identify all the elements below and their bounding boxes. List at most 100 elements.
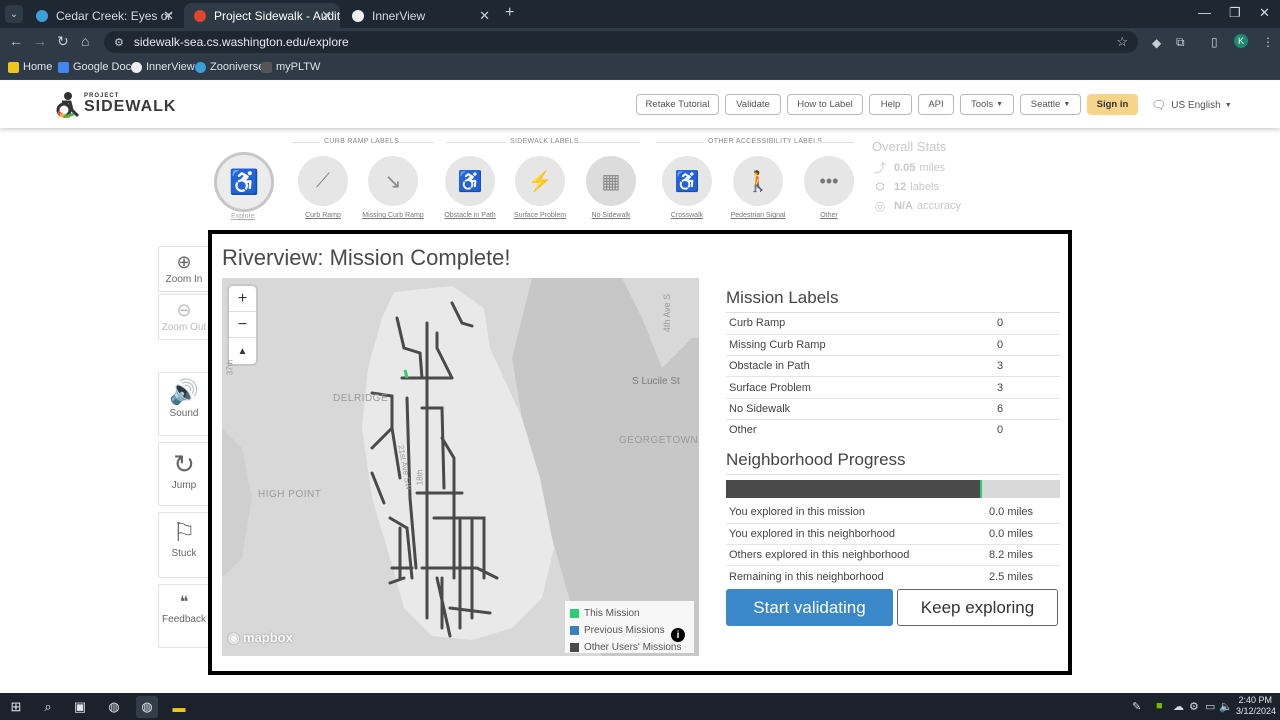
- chrome-icon[interactable]: ◍: [106, 699, 122, 715]
- close-tab-icon[interactable]: ✕: [479, 8, 490, 24]
- crosswalk-tool[interactable]: ♿ Crosswalk: [662, 156, 712, 219]
- missing-curb-ramp-tool[interactable]: ↘ Missing Curb Ramp: [362, 156, 424, 219]
- button-label: Sign in: [1096, 99, 1129, 110]
- bookmark-home[interactable]: Home: [8, 61, 52, 73]
- bookmarks-bar: Home Google Docs InnerView Zooniverse my…: [0, 56, 1280, 80]
- taskbar-clock[interactable]: 2:40 PM 3/12/2024: [1236, 695, 1276, 717]
- profile-avatar[interactable]: K: [1234, 34, 1248, 48]
- address-bar[interactable]: ⚙ sidewalk-sea.cs.washington.edu/explore…: [104, 31, 1138, 53]
- pen-icon[interactable]: ✎: [1132, 700, 1141, 713]
- api-button[interactable]: API: [918, 94, 954, 115]
- validate-button[interactable]: Validate: [725, 94, 781, 115]
- start-validating-button[interactable]: Start validating: [726, 589, 893, 626]
- task-view-icon[interactable]: ▣: [72, 699, 88, 715]
- nvidia-icon[interactable]: ■: [1156, 700, 1163, 712]
- curb-ramp-tool[interactable]: ⟋ Curb Ramp: [298, 156, 348, 219]
- extension-icon[interactable]: ◆: [1152, 36, 1161, 50]
- caret-down-icon: ▼: [1224, 101, 1232, 109]
- progress-label: Remaining in this neighborhood: [729, 570, 884, 583]
- table-row: Others explored in this neighborhood 8.2 …: [726, 544, 1060, 567]
- tools-dropdown[interactable]: Tools ▼: [960, 94, 1014, 115]
- button-label: Validate: [736, 99, 770, 110]
- labels-unit: labels: [910, 180, 939, 193]
- forward-icon[interactable]: →: [33, 33, 47, 49]
- zoom-out-button[interactable]: ⊖ Zoom Out: [158, 294, 210, 340]
- close-window-icon[interactable]: ✕: [1259, 5, 1270, 21]
- table-row: Obstacle in Path 3: [726, 355, 1060, 378]
- feedback-button[interactable]: ❝ Feedback: [158, 584, 210, 648]
- city-dropdown[interactable]: Seattle ▼: [1020, 94, 1081, 115]
- obstacle-icon: ♿: [445, 156, 495, 206]
- sound-button[interactable]: 🔊 Sound: [158, 372, 210, 436]
- button-label: API: [928, 99, 944, 110]
- progress-value: 2.5 miles: [989, 570, 1034, 583]
- legend-label: Previous Missions: [584, 625, 665, 636]
- neighborhood-map[interactable]: + − ▲ DELRIDGE HIGH POINT GEORGETOWN S L…: [222, 278, 699, 656]
- tab-cedar-creek[interactable]: Cedar Creek: Eyes on the Wild - ✕: [26, 3, 182, 28]
- map-label-4th-ave-s: 4th Ave S: [662, 293, 673, 333]
- map-zoom-out-button[interactable]: −: [229, 312, 256, 338]
- divider: [446, 142, 506, 143]
- reload-icon[interactable]: ↻: [57, 33, 69, 50]
- close-tab-icon[interactable]: ✕: [163, 8, 174, 24]
- jump-button[interactable]: ↻ Jump: [158, 442, 210, 506]
- home-icon[interactable]: ⌂: [81, 33, 89, 49]
- tab-search-button[interactable]: ⌄: [5, 5, 23, 23]
- surface-problem-tool[interactable]: ⚡ Surface Problem: [514, 156, 566, 219]
- sign-in-button[interactable]: Sign in: [1087, 94, 1138, 115]
- how-to-label-button[interactable]: How to Label: [787, 94, 863, 115]
- bookmark-google-docs[interactable]: Google Docs: [58, 61, 137, 73]
- mapbox-logo[interactable]: ◉ mapbox: [228, 630, 293, 646]
- project-sidewalk-logo[interactable]: PROJECT SIDEWALK: [56, 90, 176, 120]
- divider: [578, 142, 640, 143]
- close-tab-icon[interactable]: ✕: [321, 8, 332, 24]
- back-icon[interactable]: ←: [9, 33, 23, 49]
- zooniverse-favicon-icon: [36, 9, 48, 22]
- windows-taskbar: ⊞ ⌕ ▣ ◍ ◍ ▬ ✎ ■ ☁ ⚙ ▭ 🔈: [0, 693, 1280, 720]
- retake-tutorial-button[interactable]: Retake Tutorial: [636, 94, 719, 115]
- site-info-icon[interactable]: ⚙: [114, 36, 124, 49]
- bookmark-innerview[interactable]: InnerView: [131, 61, 195, 73]
- stuck-button[interactable]: ⚐ Stuck: [158, 512, 210, 578]
- tab-project-sidewalk[interactable]: Project Sidewalk - Audit ✕: [184, 3, 340, 28]
- network-icon[interactable]: ▭: [1205, 700, 1215, 713]
- legend-label: This Mission: [584, 608, 640, 619]
- table-row: Remaining in this neighborhood 2.5 miles: [726, 566, 1060, 587]
- no-sidewalk-tool[interactable]: ▦ No Sidewalk: [586, 156, 636, 219]
- windows-start-icon[interactable]: ⊞: [8, 699, 24, 715]
- explore-mode-button[interactable]: ♿: [214, 152, 274, 212]
- bookmark-zooniverse[interactable]: Zooniverse: [195, 61, 264, 73]
- divider: [656, 142, 704, 143]
- accuracy-value: N/A: [894, 199, 913, 212]
- restore-icon[interactable]: ❐: [1229, 5, 1241, 21]
- cloud-icon[interactable]: ☁: [1173, 700, 1184, 713]
- bookmark-star-icon[interactable]: ☆: [1116, 34, 1128, 50]
- map-info-icon[interactable]: i: [671, 628, 685, 642]
- zoom-in-button[interactable]: ⊕ Zoom In: [158, 246, 210, 292]
- new-tab-button[interactable]: +: [505, 4, 514, 22]
- label-count: 3: [994, 376, 1060, 399]
- innerview-favicon-icon: [352, 9, 364, 22]
- extensions-puzzle-icon[interactable]: ⧉: [1176, 35, 1185, 50]
- table-row: Curb Ramp 0: [726, 313, 1060, 335]
- keep-exploring-button[interactable]: Keep exploring: [897, 589, 1058, 626]
- volume-icon[interactable]: 🔈: [1219, 700, 1233, 713]
- map-zoom-in-button[interactable]: +: [229, 286, 256, 312]
- file-explorer-icon[interactable]: ▬: [171, 699, 187, 715]
- search-icon[interactable]: ⌕: [40, 699, 56, 715]
- side-panel-icon[interactable]: ▯: [1211, 35, 1218, 49]
- minimize-icon[interactable]: —: [1198, 5, 1211, 20]
- divider: [292, 142, 320, 143]
- tab-innerview[interactable]: InnerView ✕: [342, 3, 498, 28]
- settings-tray-icon[interactable]: ⚙: [1189, 700, 1199, 713]
- legend-label: Other Users' Missions: [584, 642, 682, 653]
- help-button[interactable]: Help: [869, 94, 912, 115]
- chrome-profile-icon[interactable]: ◍: [139, 699, 155, 715]
- pedestrian-signal-tool[interactable]: 🚶 Pedestrian Signal: [731, 156, 785, 219]
- browser-menu-icon[interactable]: ⋮: [1262, 35, 1274, 49]
- language-dropdown[interactable]: 🗨 US English ▼: [1151, 98, 1232, 112]
- obstacle-in-path-tool[interactable]: ♿ Obstacle in Path: [444, 156, 496, 219]
- bookmark-mypltw[interactable]: myPLTW: [261, 61, 320, 73]
- other-tool[interactable]: ••• Other: [804, 156, 854, 219]
- bookmark-label: myPLTW: [276, 61, 321, 73]
